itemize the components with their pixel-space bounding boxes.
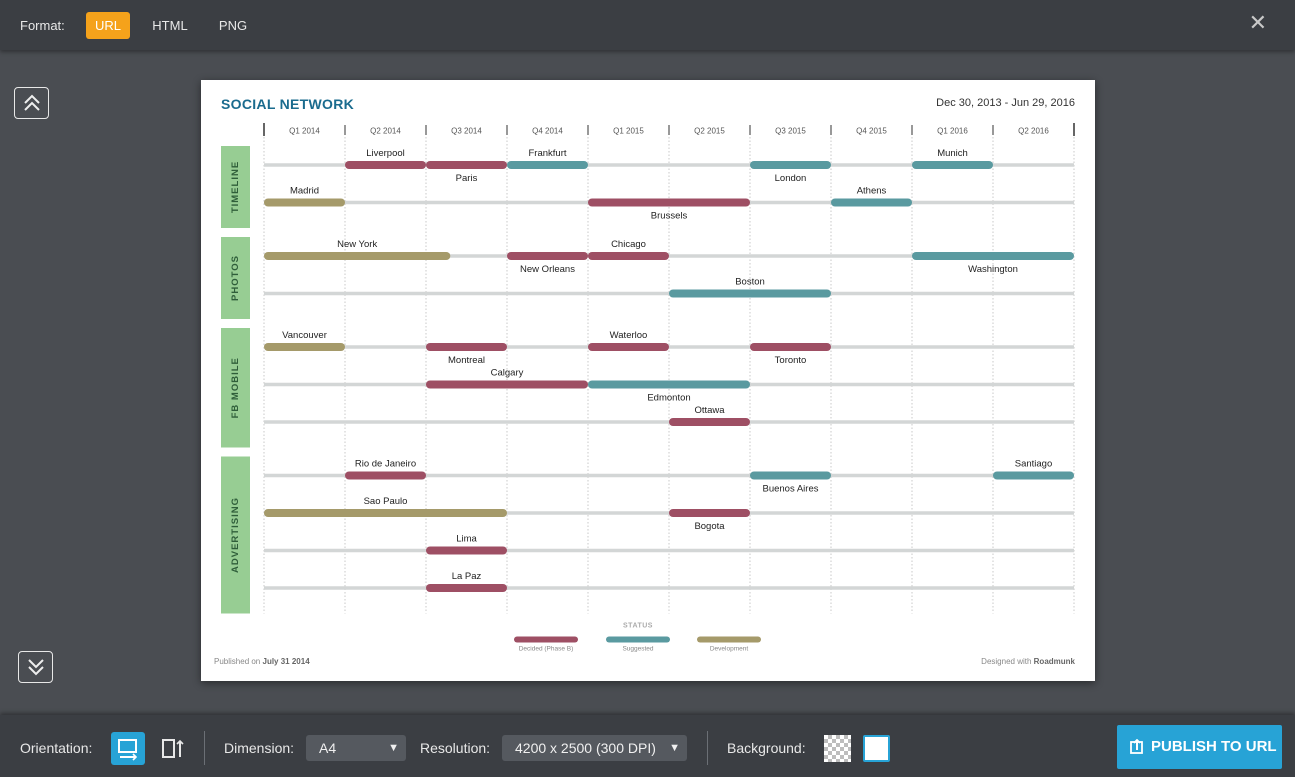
resolution-select[interactable]: 4200 x 2500 (300 DPI) ▼ bbox=[502, 735, 687, 761]
published-date: July 31 2014 bbox=[262, 657, 310, 666]
roadmap-item-label: Vancouver bbox=[282, 330, 327, 341]
quarter-label: Q2 2014 bbox=[370, 127, 401, 136]
background-white-swatch[interactable] bbox=[863, 735, 890, 762]
quarter-label: Q3 2014 bbox=[451, 127, 482, 136]
dimension-label: Dimension: bbox=[224, 740, 295, 756]
roadmap-item-label: Montreal bbox=[448, 355, 485, 366]
divider bbox=[707, 731, 708, 765]
resolution-value: 4200 x 2500 (300 DPI) bbox=[515, 740, 656, 756]
roadmap-preview: SOCIAL NETWORK Dec 30, 2013 - Jun 29, 20… bbox=[201, 80, 1095, 681]
roadmap-item-label: Munich bbox=[937, 148, 968, 159]
swimlane-label: FB MOBILE bbox=[230, 357, 241, 418]
quarter-label: Q4 2014 bbox=[532, 127, 563, 136]
legend-title: STATUS bbox=[623, 623, 653, 630]
swimlane-label: ADVERTISING bbox=[230, 497, 241, 573]
orientation-landscape-button[interactable] bbox=[111, 732, 145, 765]
roadmap-item-label: Athens bbox=[857, 186, 887, 197]
roadmap-item-label: New Orleans bbox=[520, 264, 575, 275]
publish-label: PUBLISH TO URL bbox=[1151, 738, 1277, 755]
roadmap-item-label: Rio de Janeiro bbox=[355, 459, 416, 470]
background-label: Background: bbox=[727, 740, 806, 756]
export-settings-bar: Orientation: Dimension: A4 ▼ Resolution:… bbox=[0, 715, 1295, 777]
quarter-label: Q1 2015 bbox=[613, 127, 644, 136]
dimension-value: A4 bbox=[319, 740, 337, 756]
roadmap-item-label: Santiago bbox=[1015, 459, 1053, 470]
caret-down-icon: ▼ bbox=[388, 742, 399, 754]
divider bbox=[204, 731, 205, 765]
roadmap-item-label: Ottawa bbox=[694, 405, 725, 416]
roadmap-item-label: Lima bbox=[456, 534, 477, 545]
roadmap-item-label: Chicago bbox=[611, 239, 646, 250]
format-html-button[interactable]: HTML bbox=[148, 12, 192, 39]
roadmap-item-label: London bbox=[775, 173, 807, 184]
roadmap-item-label: Washington bbox=[968, 264, 1018, 275]
roadmap-item-label: Paris bbox=[456, 173, 478, 184]
orientation-label: Orientation: bbox=[20, 740, 93, 756]
roadmap-item-label: Waterloo bbox=[610, 330, 648, 341]
roadmap-item-label: Calgary bbox=[491, 368, 524, 379]
published-note: Published on July 31 2014 bbox=[214, 657, 310, 666]
quarter-label: Q1 2014 bbox=[289, 127, 320, 136]
publish-icon bbox=[1130, 739, 1143, 754]
format-png-button[interactable]: PNG bbox=[211, 12, 255, 39]
quarter-label: Q3 2015 bbox=[775, 127, 806, 136]
quarter-label: Q2 2015 bbox=[694, 127, 725, 136]
double-chevron-up-icon bbox=[24, 94, 40, 111]
format-url-button[interactable]: URL bbox=[86, 12, 130, 39]
scroll-up-button[interactable] bbox=[14, 87, 49, 119]
dimension-select[interactable]: A4 ▼ bbox=[306, 735, 406, 761]
swimlane-label: PHOTOS bbox=[230, 255, 241, 301]
designed-note: Designed with Roadmunk bbox=[981, 657, 1075, 666]
legend-label: Suggested bbox=[622, 646, 653, 653]
roadmap-item-label: Liverpool bbox=[366, 148, 405, 159]
roadmap-chart: Q1 2014 Q2 2014 Q3 2014 Q4 2014 Q1 2015 Q2 20… bbox=[221, 123, 1075, 653]
roadmap-item-label: New York bbox=[337, 239, 377, 250]
designed-brand: Roadmunk bbox=[1033, 657, 1075, 666]
quarter-label: Q4 2015 bbox=[856, 127, 887, 136]
close-icon[interactable]: ✕ bbox=[1249, 10, 1267, 36]
roadmap-item-label: Sao Paulo bbox=[364, 496, 408, 507]
roadmap-item-label: Boston bbox=[735, 277, 765, 288]
quarter-label: Q2 2016 bbox=[1018, 127, 1049, 136]
scroll-down-button[interactable] bbox=[18, 651, 53, 683]
roadmap-item-label: Bogota bbox=[694, 521, 725, 532]
roadmap-item-label: Brussels bbox=[651, 211, 688, 222]
portrait-icon bbox=[162, 739, 184, 758]
caret-down-icon: ▼ bbox=[669, 742, 680, 754]
quarter-label: Q1 2016 bbox=[937, 127, 968, 136]
roadmap-item-label: Buenos Aires bbox=[763, 484, 819, 495]
roadmap-item-label: Toronto bbox=[775, 355, 807, 366]
resolution-label: Resolution: bbox=[420, 740, 491, 756]
published-prefix: Published on bbox=[214, 657, 261, 666]
legend-label: Decided (Phase B) bbox=[519, 646, 574, 653]
roadmap-item-label: Madrid bbox=[290, 186, 319, 197]
landscape-icon bbox=[118, 739, 138, 761]
roadmap-item-label: Frankfurt bbox=[528, 148, 566, 159]
designed-prefix: Designed with bbox=[981, 657, 1032, 666]
roadmap-item-label: Edmonton bbox=[647, 393, 690, 404]
format-label: Format: bbox=[20, 18, 65, 33]
format-toolbar: Format: URL HTML PNG ✕ bbox=[0, 0, 1295, 50]
background-transparent-swatch[interactable] bbox=[824, 735, 851, 762]
publish-to-url-button[interactable]: PUBLISH TO URL bbox=[1117, 725, 1282, 769]
orientation-portrait-button[interactable] bbox=[155, 732, 189, 765]
legend-label: Development bbox=[710, 646, 748, 653]
roadmap-item-label: La Paz bbox=[452, 571, 482, 582]
double-chevron-down-icon bbox=[28, 659, 44, 676]
swimlane-label: TIMELINE bbox=[230, 161, 241, 213]
